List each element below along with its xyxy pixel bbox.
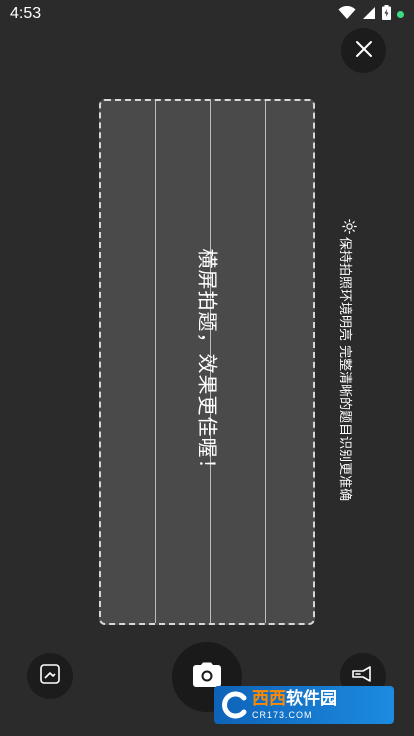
status-bar: 4:53 bbox=[0, 0, 414, 28]
grid-line bbox=[265, 101, 266, 623]
close-button[interactable] bbox=[341, 28, 386, 73]
watermark-c-icon bbox=[218, 690, 252, 720]
album-icon bbox=[39, 663, 61, 689]
wifi-icon bbox=[338, 5, 356, 24]
watermark-logo: 西西软件园 CR173.COM bbox=[214, 686, 394, 724]
watermark-brand-b: 软件园 bbox=[286, 688, 337, 709]
grid-line bbox=[155, 101, 156, 623]
battery-icon bbox=[382, 4, 391, 24]
close-icon bbox=[355, 40, 373, 62]
signal-icon bbox=[362, 5, 376, 24]
watermark-url: CR173.COM bbox=[252, 709, 313, 720]
album-button[interactable] bbox=[27, 653, 73, 699]
side-tip: 保持拍照环境明亮 完整清晰的题目识别更准确 bbox=[337, 215, 361, 525]
brightness-icon bbox=[342, 219, 357, 238]
capture-frame: 横屏拍题，效果更佳喔！ bbox=[99, 99, 315, 625]
status-time: 4:53 bbox=[10, 5, 42, 22]
status-icons bbox=[338, 4, 404, 24]
watermark-brand-a: 西西 bbox=[252, 688, 286, 709]
watermark-title: 西西软件园 bbox=[252, 688, 337, 709]
notification-dot bbox=[397, 10, 404, 18]
side-tip-text: 保持拍照环境明亮 完整清晰的题目识别更准确 bbox=[337, 237, 352, 502]
landscape-hint-text: 横屏拍题，效果更佳喔！ bbox=[195, 248, 220, 480]
flashlight-icon bbox=[351, 665, 375, 687]
